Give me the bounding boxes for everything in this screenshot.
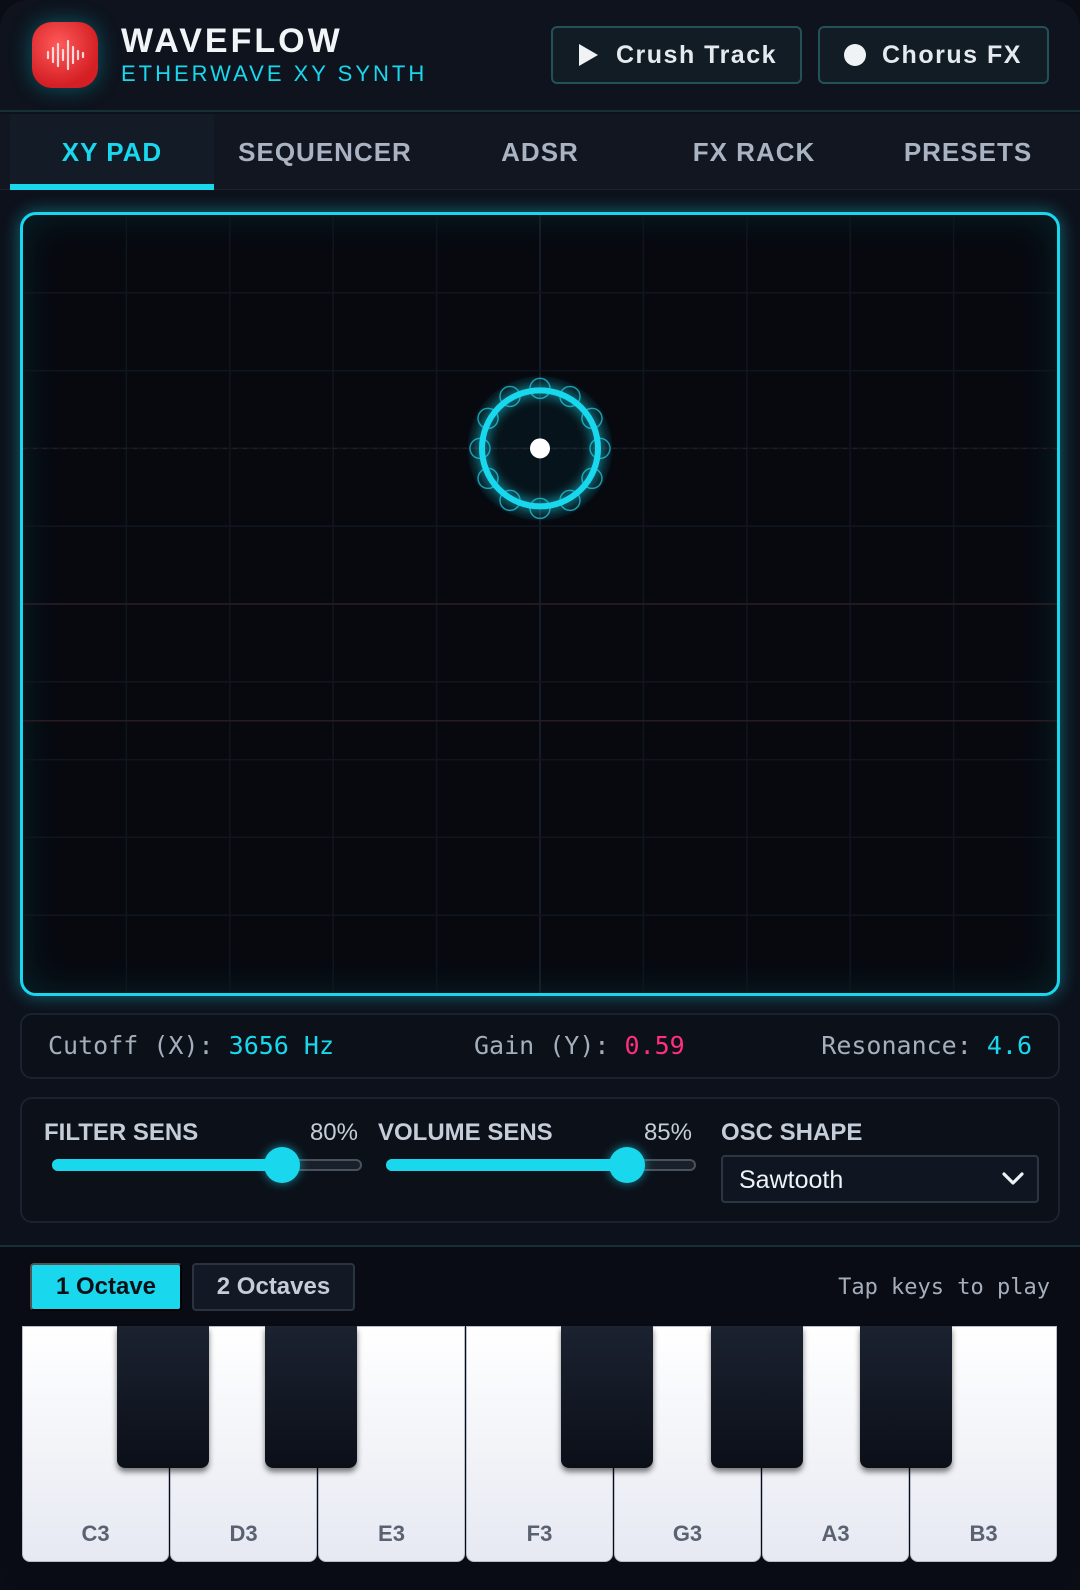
gain-label: Gain (Y): xyxy=(474,1031,610,1060)
osc-shape-select[interactable]: Sawtooth xyxy=(721,1155,1039,1203)
keyboard-hint: Tap keys to play xyxy=(838,1275,1050,1300)
piano-keyboard: C3 D3 E3 F3 G3 A3 B3 xyxy=(22,1326,1058,1562)
crush-track-button[interactable]: Crush Track xyxy=(551,26,802,84)
filter-sens-slider[interactable] xyxy=(52,1147,362,1183)
parameter-readout: Cutoff (X): 3656 Hz Gain (Y): 0.59 Reson… xyxy=(20,1013,1060,1079)
tab-xy-pad[interactable]: XY PAD xyxy=(10,114,214,190)
volume-sens-knob[interactable] xyxy=(609,1147,646,1183)
volume-sens-label: VOLUME SENS xyxy=(378,1119,553,1146)
osc-shape-label: OSC SHAPE xyxy=(721,1119,863,1146)
resonance-value: 4.6 xyxy=(986,1031,1032,1060)
key-label: G3 xyxy=(672,1521,703,1546)
xy-pad-grid xyxy=(23,215,1057,993)
gain-readout: Gain (Y): 0.59 xyxy=(474,1031,685,1060)
piano-key-d-sharp3[interactable] xyxy=(265,1326,357,1468)
tab-sequencer[interactable]: SEQUENCER xyxy=(214,114,436,190)
volume-sens-slider[interactable] xyxy=(386,1147,696,1183)
synth-app: WAVEFLOW ETHERWAVE XY SYNTH Crush Track … xyxy=(0,0,1080,1590)
volume-sens-value: 85% xyxy=(643,1119,692,1146)
key-label: E3 xyxy=(378,1521,405,1546)
cutoff-label: Cutoff (X): xyxy=(48,1031,214,1060)
piano-key-c-sharp3[interactable] xyxy=(117,1326,209,1468)
osc-shape-value: Sawtooth xyxy=(739,1166,844,1194)
volume-sens-fill xyxy=(386,1159,626,1171)
xy-pad-canvas xyxy=(23,215,1057,993)
filter-sens-value: 80% xyxy=(309,1119,358,1146)
chorus-fx-label: Chorus FX xyxy=(882,40,1022,69)
filter-sens-fill xyxy=(52,1159,280,1171)
tab-bar: XY PAD SEQUENCER ADSR FX RACK PRESETS xyxy=(0,114,1080,190)
record-dot-icon xyxy=(844,44,866,66)
cutoff-value: 3656 Hz xyxy=(228,1031,334,1060)
key-label: C3 xyxy=(81,1521,110,1546)
chorus-fx-button[interactable]: Chorus FX xyxy=(818,26,1049,84)
piano-key-a-sharp3[interactable] xyxy=(860,1326,952,1468)
piano-key-f-sharp3[interactable] xyxy=(561,1326,653,1468)
key-label: F3 xyxy=(526,1521,553,1546)
key-label: D3 xyxy=(229,1521,258,1546)
one-octave-button[interactable]: 1 Octave xyxy=(30,1263,182,1311)
filter-sens-knob[interactable] xyxy=(263,1147,300,1183)
tab-adsr[interactable]: ADSR xyxy=(436,114,644,190)
chevron-down-icon xyxy=(1002,1172,1024,1185)
resonance-label: Resonance: xyxy=(821,1031,972,1060)
app-header: WAVEFLOW ETHERWAVE XY SYNTH Crush Track … xyxy=(0,0,1080,112)
xy-pad[interactable] xyxy=(20,212,1060,996)
piano-key-g-sharp3[interactable] xyxy=(711,1326,803,1468)
xy-pad-cursor[interactable] xyxy=(468,376,612,521)
tab-presets[interactable]: PRESETS xyxy=(864,114,1072,190)
key-label: A3 xyxy=(821,1521,850,1546)
key-label: B3 xyxy=(969,1521,998,1546)
app-title: WAVEFLOW xyxy=(121,22,343,60)
app-subtitle: ETHERWAVE XY SYNTH xyxy=(121,61,428,86)
cutoff-readout: Cutoff (X): 3656 Hz xyxy=(48,1031,334,1060)
app-logo xyxy=(32,22,98,88)
tab-fx-rack[interactable]: FX RACK xyxy=(644,114,864,190)
gain-value: 0.59 xyxy=(624,1031,685,1060)
resonance-readout: Resonance: 4.6 xyxy=(821,1031,1032,1060)
two-octaves-button[interactable]: 2 Octaves xyxy=(192,1263,355,1311)
cursor-dot xyxy=(530,438,550,459)
crush-track-label: Crush Track xyxy=(616,40,778,69)
filter-sens-label: FILTER SENS xyxy=(44,1119,199,1146)
waveform-icon xyxy=(46,39,85,71)
play-icon xyxy=(579,44,598,66)
sensitivity-controls: FILTER SENS 80% VOLUME SENS 85% OSC SHAP… xyxy=(20,1097,1060,1223)
